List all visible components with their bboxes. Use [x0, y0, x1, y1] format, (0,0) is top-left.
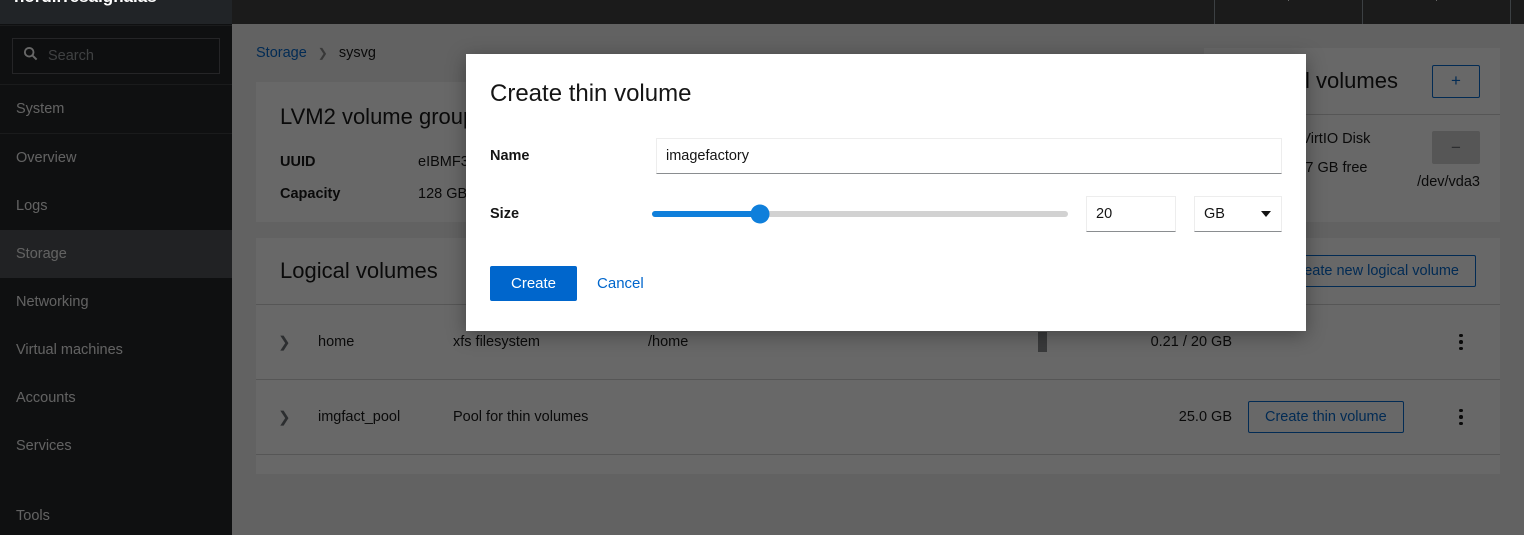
app-window: hordirresaignaias System Overview Logs S…: [0, 0, 1524, 535]
dialog-title: Create thin volume: [490, 80, 1282, 116]
sidebar-brand: hordirresaignaias: [0, 0, 232, 16]
name-input[interactable]: [656, 138, 1282, 174]
size-slider-track[interactable]: [652, 211, 1068, 217]
create-button[interactable]: Create: [490, 266, 577, 301]
size-unit-select[interactable]: MBGBTB: [1194, 196, 1282, 232]
chevron-down-icon: ▾: [1285, 0, 1293, 4]
size-unit-wrap: MBGBTB: [1194, 196, 1282, 232]
size-slider[interactable]: [652, 196, 1068, 232]
cancel-button[interactable]: Cancel: [591, 267, 650, 300]
topbar-menu-1[interactable]: ▾: [1214, 0, 1362, 24]
size-field-row: Size MBGBTB: [490, 196, 1282, 232]
dialog-footer: Create Cancel: [490, 266, 1282, 301]
topbar-edge: [1510, 0, 1524, 24]
size-slider-thumb[interactable]: [750, 205, 769, 224]
create-thin-volume-dialog: Create thin volume Name Size MBGBTB Crea…: [466, 54, 1306, 331]
topbar-menu-2[interactable]: ▾: [1362, 0, 1510, 24]
size-label: Size: [490, 206, 652, 222]
size-slider-fill: [652, 211, 760, 217]
chevron-down-icon: ▾: [1433, 0, 1441, 4]
top-header-bar: ▾ ▾: [232, 0, 1524, 24]
size-value-input[interactable]: [1086, 196, 1176, 232]
name-field-row: Name: [490, 138, 1282, 174]
name-label: Name: [490, 148, 656, 164]
